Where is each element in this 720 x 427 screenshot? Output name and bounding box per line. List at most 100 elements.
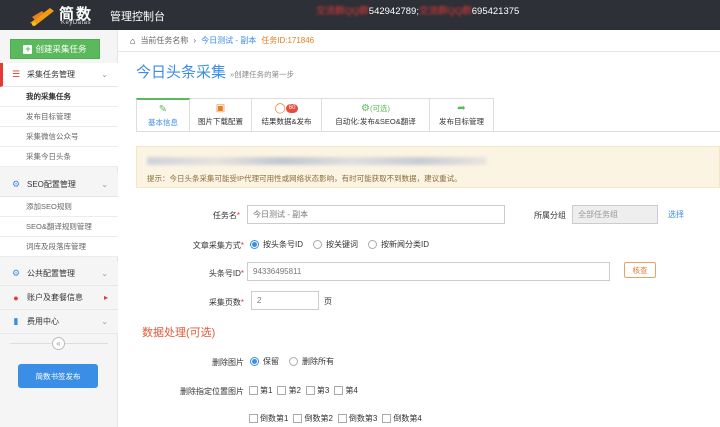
create-task-button[interactable]: + 创建采集任务: [10, 39, 100, 59]
toutiao-id-label: 头条号ID*: [208, 269, 244, 278]
radio-label: 按新闻分类ID: [381, 240, 429, 249]
sidebar-item-add-seo[interactable]: 添加SEO规则: [0, 197, 118, 217]
radio-by-id[interactable]: [250, 240, 259, 249]
page-subtitle: »创建任务的第一步: [230, 70, 295, 79]
sidebar-group-label: 账户及套餐信息: [27, 293, 83, 302]
task-name-input[interactable]: 今日测试 - 副本: [247, 205, 505, 224]
edit-icon: ✎: [158, 103, 168, 115]
contact-label-2: 交流群QQ群: [418, 6, 472, 17]
create-task-label: 创建采集任务: [35, 44, 87, 54]
toutiao-id-input[interactable]: 94336495811: [247, 262, 610, 281]
contact-info: 交流群QQ群542942789;交流群QQ群695421375: [316, 3, 519, 17]
plus-icon: +: [23, 43, 33, 54]
group-label: 所属分组: [534, 211, 566, 220]
contact-number-1: 542942789;: [368, 6, 419, 17]
image-icon: ▣: [215, 103, 226, 114]
checkbox-rev-2[interactable]: [293, 414, 303, 423]
pages-unit: 页: [324, 297, 332, 306]
delete-image-label: 删除图片: [212, 358, 244, 367]
pages-input[interactable]: 2: [251, 291, 319, 310]
checkbox-pos-3[interactable]: [305, 386, 315, 395]
sidebar-group-account[interactable]: ● 账户及套餐信息 ▸: [0, 286, 118, 310]
pages-label: 采集页数*: [208, 298, 244, 307]
delete-image-radio-group: 保留 删除所有: [250, 356, 340, 367]
gears-icon: ⚙(可选): [361, 103, 390, 114]
tab-label: 自动化:发布&SEO&翻译: [335, 117, 416, 126]
radio-by-keyword[interactable]: [313, 240, 322, 249]
breadcrumb-task-name[interactable]: 今日测试 - 副本: [201, 35, 256, 46]
chevron-right-icon: ▸: [103, 293, 108, 302]
chevron-down-icon: ⌄: [101, 180, 108, 189]
checkbox-rev-1[interactable]: [249, 414, 258, 423]
database-icon: ◯ 60: [275, 103, 299, 114]
logo-subtitle: KeyDatas: [61, 20, 92, 26]
chevron-down-icon: ⌄: [101, 70, 108, 79]
tab-basic-info[interactable]: ✎ 基本信息: [136, 98, 190, 132]
checkbox-label: 第2: [288, 386, 301, 395]
checkbox-label: 倒数第3: [348, 414, 378, 423]
tab-results-publish[interactable]: ◯ 60 结果数据&发布: [252, 98, 322, 132]
list-icon: ☰: [11, 69, 21, 79]
radio-by-category[interactable]: [368, 240, 377, 249]
user-icon: ●: [13, 292, 19, 303]
select-group-link[interactable]: 选择: [668, 209, 684, 220]
checkbox-label: 第1: [260, 386, 273, 395]
data-processing-title: 数据处理(可选): [142, 327, 216, 339]
breadcrumb-prefix: 当前任务名称: [140, 36, 189, 45]
bookmark-publish-button[interactable]: 简数书签发布: [18, 364, 98, 388]
sidebar-item-publish-targets[interactable]: 发布目标管理: [0, 107, 118, 127]
sidebar: + 创建采集任务 ☰ 采集任务管理 ⌄ 我的采集任务 发布目标管理 采集微信公众…: [0, 30, 118, 427]
sidebar-group-task-management[interactable]: ☰ 采集任务管理 ⌄: [0, 63, 118, 87]
tab-label: 图片下载配置: [198, 117, 243, 126]
sidebar-group-label: 费用中心: [27, 317, 59, 326]
delete-position-label: 删除指定位置图片: [180, 387, 244, 396]
tab-image-download[interactable]: ▣ 图片下载配置: [190, 98, 252, 132]
checkbox-rev-3[interactable]: [337, 414, 347, 423]
sidebar-group-seo[interactable]: ⚙ SEO配置管理 ⌄: [0, 173, 118, 197]
radio-delete-all[interactable]: [289, 357, 298, 366]
sidebar-item-wechat[interactable]: 采集微信公众号: [0, 127, 118, 147]
chevron-down-icon: ⌄: [101, 269, 108, 278]
contact-label-1: 交流群QQ群: [316, 6, 369, 17]
home-icon[interactable]: ⌂: [130, 36, 135, 46]
radio-keep[interactable]: [250, 357, 259, 366]
checkbox-label: 第3: [316, 386, 330, 395]
top-bar: 简数 KeyDatas 管理控制台 交流群QQ群542942789;交流群QQ群…: [0, 0, 720, 30]
collapse-sidebar-icon[interactable]: «: [52, 337, 65, 350]
tab-publish-targets[interactable]: ➦ 发布目标管理: [430, 98, 494, 132]
method-radio-group: 按头条号ID 按关键词 按新闻分类ID: [250, 239, 435, 250]
breadcrumb: ⌂ 当前任务名称 › 今日测试 - 副本 任务ID:171846: [118, 30, 720, 52]
checkbox-label: 倒数第2: [304, 414, 333, 423]
checkbox-rev-4[interactable]: [382, 414, 392, 423]
reverse-position-checkbox-group: 倒数第1 倒数第2 倒数第3 倒数第4: [249, 413, 425, 424]
tab-automation[interactable]: ⚙(可选) 自动化:发布&SEO&翻译: [322, 98, 430, 132]
sidebar-item-my-tasks[interactable]: 我的采集任务: [0, 87, 118, 107]
share-icon: ➦: [457, 103, 466, 114]
check-button[interactable]: 核查: [624, 262, 656, 278]
breadcrumb-task-id: 任务ID:171846: [261, 36, 315, 45]
gears-icon: ⚙: [11, 268, 21, 278]
checkbox-pos-1[interactable]: [249, 386, 258, 395]
checkbox-label: 第4: [345, 386, 358, 395]
tab-divider: [136, 131, 720, 132]
sidebar-item-toutiao[interactable]: 采集今日头条: [0, 147, 118, 167]
radio-label: 删除所有: [302, 357, 334, 366]
notice-text: 提示：今日头条采集可能受IP代理可用性或网络状态影响，有时可能获取不到数据，建议…: [147, 174, 462, 183]
sidebar-item-lexicon[interactable]: 词库及段落库管理: [0, 237, 118, 257]
checkbox-pos-2[interactable]: [277, 386, 287, 395]
logo[interactable]: 简数 KeyDatas: [28, 2, 110, 28]
radio-label: 按头条号ID: [263, 240, 303, 249]
page-title: 今日头条采集 »创建任务的第一步: [136, 61, 294, 82]
chevron-down-icon: ⌄: [101, 317, 108, 326]
redacted-notice: [147, 157, 487, 165]
optional-tag: (可选): [369, 104, 390, 113]
sidebar-group-public-config[interactable]: ⚙ 公共配置管理 ⌄: [0, 262, 118, 286]
sidebar-group-billing[interactable]: ▮ 费用中心 ⌄: [0, 310, 118, 334]
sidebar-item-seo-rules[interactable]: SEO&翻译规则管理: [0, 217, 118, 237]
checkbox-label: 倒数第1: [260, 414, 289, 423]
sidebar-group-label: 采集任务管理: [27, 70, 75, 79]
gear-icon: ⚙: [11, 179, 21, 189]
breadcrumb-separator: ›: [193, 36, 197, 45]
tab-label: 基本信息: [148, 117, 178, 127]
checkbox-pos-4[interactable]: [334, 386, 344, 395]
